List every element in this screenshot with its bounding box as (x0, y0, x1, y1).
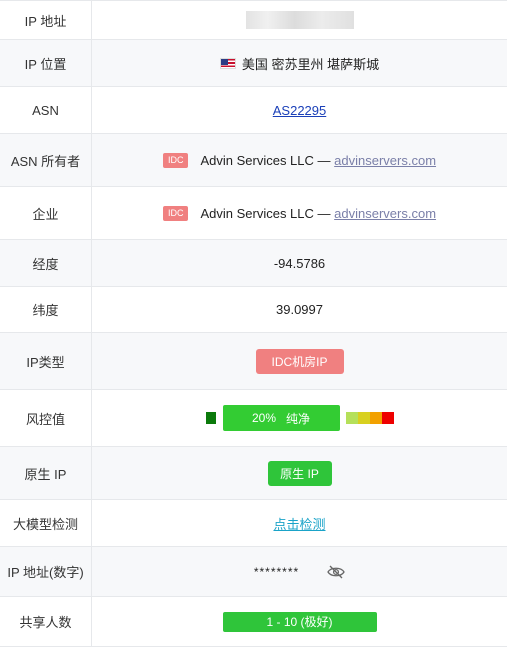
row-ip-numeric: IP 地址(数字) ******** (0, 547, 507, 597)
risk-status: 纯净 (286, 411, 311, 426)
risk-percent: 20% (251, 411, 276, 425)
company-name: Advin Services LLC — (200, 205, 331, 221)
value-ip-address (92, 1, 507, 39)
row-longitude: 经度 -94.5786 (0, 240, 507, 287)
label-llm-detection: 大模型检测 (0, 500, 92, 546)
row-company: 企业 IDC Advin Services LLC — advinservers… (0, 187, 507, 240)
row-llm-detection: 大模型检测 点击检测 (0, 500, 507, 547)
redacted-ip-placeholder (245, 11, 354, 29)
us-flag-icon (219, 57, 236, 69)
value-risk-score: 20% 纯净 (92, 390, 507, 446)
asn-owner-company: Advin Services LLC — (200, 152, 331, 168)
row-latitude: 纬度 39.0997 (0, 287, 507, 333)
company-domain-link[interactable]: advinservers.com (334, 206, 436, 221)
asn-link[interactable]: AS22295 (273, 103, 327, 118)
idc-tag: IDC (162, 152, 189, 168)
row-shared-users: 共享人数 1 - 10 (极好) (0, 597, 507, 647)
value-longitude: -94.5786 (273, 255, 326, 271)
row-asn: ASN AS22295 (0, 87, 507, 134)
asn-owner-domain-link[interactable]: advinservers.com (334, 153, 436, 168)
row-ip-location: IP 位置 美国 密苏里州 堪萨斯城 (0, 40, 507, 87)
row-asn-owner: ASN 所有者 IDC Advin Services LLC — advinse… (0, 134, 507, 187)
label-ip-type: IP类型 (0, 333, 92, 389)
value-ip-type: IDC机房IP (92, 333, 507, 389)
value-native-ip: 原生 IP (92, 447, 507, 499)
risk-level-indicator (205, 412, 216, 424)
row-ip-type: IP类型 IDC机房IP (0, 333, 507, 390)
value-shared-users: 1 - 10 (极好) (92, 597, 507, 646)
label-shared-users: 共享人数 (0, 597, 92, 646)
row-risk-score: 风控值 20% 纯净 (0, 390, 507, 447)
risk-score-bar: 20% 纯净 (222, 405, 340, 431)
value-company: IDC Advin Services LLC — advinservers.co… (92, 187, 507, 239)
value-asn-owner: IDC Advin Services LLC — advinservers.co… (92, 134, 507, 186)
risk-meter: 20% 纯净 (205, 405, 394, 431)
value-ip-numeric: ******** (92, 547, 507, 596)
row-ip-address: IP 地址 (0, 1, 507, 40)
risk-scale-high (369, 412, 382, 424)
label-risk-score: 风控值 (0, 390, 92, 446)
llm-detect-link[interactable]: 点击检测 (273, 514, 325, 533)
label-longitude: 经度 (0, 240, 92, 286)
label-ip-numeric: IP 地址(数字) (0, 547, 92, 596)
risk-scale-legend (345, 412, 394, 424)
location-text: 美国 密苏里州 堪萨斯城 (241, 56, 380, 72)
shared-users-badge: 1 - 10 (极好) (222, 611, 377, 632)
risk-scale-low (345, 412, 358, 424)
label-ip-location: IP 位置 (0, 40, 92, 86)
label-company: 企业 (0, 187, 92, 239)
ip-type-badge: IDC机房IP (255, 348, 344, 374)
native-ip-badge: 原生 IP (267, 460, 332, 486)
label-native-ip: 原生 IP (0, 447, 92, 499)
value-llm-detection: 点击检测 (92, 500, 507, 546)
idc-tag: IDC (162, 205, 189, 221)
row-native-ip: 原生 IP 原生 IP (0, 447, 507, 500)
value-latitude: 39.0997 (276, 302, 323, 317)
risk-scale-critical (381, 412, 394, 424)
risk-scale-medium (357, 412, 370, 424)
eye-off-icon[interactable] (327, 565, 345, 579)
ip-info-table: IP 地址 IP 位置 美国 密苏里州 堪萨斯城 ASN AS22295 ASN… (0, 0, 507, 647)
value-asn: AS22295 (92, 87, 507, 133)
label-ip-address: IP 地址 (0, 1, 92, 39)
label-asn: ASN (0, 87, 92, 133)
value-ip-location: 美国 密苏里州 堪萨斯城 (92, 40, 507, 86)
label-asn-owner: ASN 所有者 (0, 134, 92, 186)
masked-ip-numeric: ******** (253, 564, 300, 579)
label-latitude: 纬度 (0, 287, 92, 332)
